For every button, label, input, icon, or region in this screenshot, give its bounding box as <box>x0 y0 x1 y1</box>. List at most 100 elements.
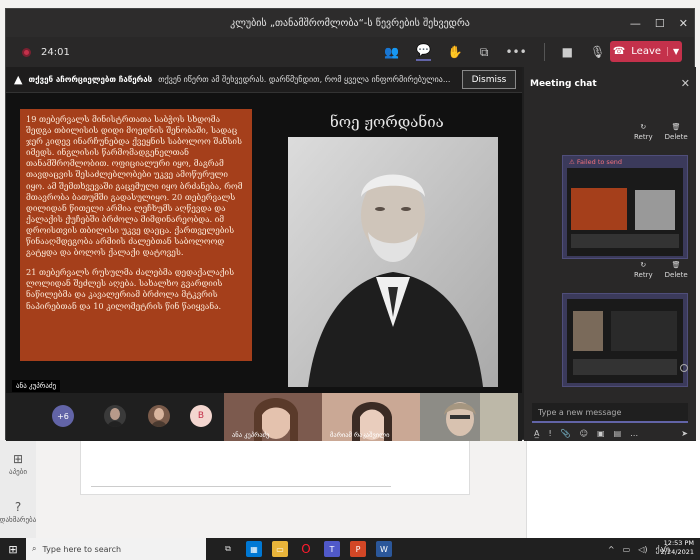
close-icon[interactable]: ✕ <box>679 17 688 30</box>
word-icon[interactable]: W <box>376 541 392 557</box>
help-rail-item[interactable]: ? დახმარება <box>0 488 36 536</box>
format-icon[interactable]: A̲ <box>534 429 539 438</box>
window-controls: — ☐ ✕ <box>630 9 688 37</box>
windows-start-icon[interactable]: ⊞ <box>0 538 26 560</box>
taskbar-search-placeholder: Type here to search <box>42 544 122 554</box>
teams-icon[interactable]: T <box>324 541 340 557</box>
background-right-pane <box>526 440 700 538</box>
leave-button[interactable]: ☎ Leave ▼ <box>610 41 682 62</box>
background-app-rail: ⊞ აპები ? დახმარება <box>0 440 36 538</box>
notification-text: თქვენ იწერთ ამ შეხვედრას. დარწმუნდით, რო… <box>158 75 451 84</box>
apps-icon: ⊞ <box>12 452 24 466</box>
retry-button[interactable]: ↻ Retry <box>634 123 653 141</box>
apps-rail-item[interactable]: ⊞ აპები <box>0 440 36 488</box>
compose-toolbar: A̲ ! 📎 ☺ ▣ ▤ … ➤ <box>534 429 688 438</box>
clock-time: 12:53 PM <box>663 539 694 547</box>
meeting-window: კლუბის „თანამშრომლობა“-ს წევრების შეხვედ… <box>5 8 696 441</box>
video-tile[interactable] <box>420 393 518 441</box>
opera-icon[interactable]: O <box>298 541 314 557</box>
meeting-chat-panel: Meeting chat ✕ ↻ Retry 🗑 Delete ⚠ Failed t… <box>524 67 696 441</box>
avatar[interactable] <box>104 405 126 427</box>
shared-content-stage: 19 თებერვალს მინისტრთათა საბჭოს სხდომა შ… <box>6 93 522 393</box>
important-icon[interactable]: ! <box>548 429 551 438</box>
window-title: კლუბის „თანამშრომლობა“-ს წევრების შეხვედ… <box>230 17 470 29</box>
sticker-icon[interactable]: ▤ <box>614 429 622 438</box>
help-icon: ? <box>14 500 22 514</box>
meeting-toolbar: 24:01 👥 💬 ✋ ⧉ ••• ■ 🎙 ⇪ ☎ Leave ▼ <box>6 37 694 67</box>
tray-chevron-icon[interactable]: ^ <box>608 545 615 554</box>
tile-name: მარიამ რაკაშვილი <box>330 431 390 439</box>
avatar-initial[interactable]: B <box>190 405 212 427</box>
chevron-down-icon[interactable]: ▼ <box>667 47 679 56</box>
rooms-icon[interactable]: ⧉ <box>480 45 489 60</box>
retry-icon: ↻ <box>640 261 647 269</box>
store-icon[interactable]: ▦ <box>246 541 262 557</box>
scroll-indicator[interactable] <box>680 364 688 372</box>
background-document <box>80 440 470 495</box>
avatar[interactable] <box>148 405 170 427</box>
taskbar-search[interactable]: ⌕ Type here to search <box>26 538 206 560</box>
recording-icon <box>22 47 31 57</box>
recording-notification: ▲ თქვენ აჩორციელებთ ჩაწერას თქვენ იწერთ … <box>6 67 522 93</box>
more-options-icon[interactable]: … <box>630 429 638 438</box>
explorer-icon[interactable]: ▭ <box>272 541 288 557</box>
emoji-icon[interactable]: ☺ <box>580 429 588 438</box>
dismiss-button[interactable]: Dismiss <box>462 70 516 89</box>
taskbar-apps: ⧉ ▦ ▭ O T P W <box>220 541 392 557</box>
more-icon[interactable]: ••• <box>505 45 526 59</box>
clock-date: 2/24/2021 <box>660 548 694 556</box>
notification-title: თქვენ აჩორციელებთ ჩაწერას <box>28 75 153 84</box>
warning-icon: ▲ <box>14 73 23 86</box>
video-tile[interactable]: მარიამ რაკაშვილი <box>322 393 420 441</box>
portrait-photo <box>288 137 498 387</box>
slide-paragraph: 19 თებერვალს მინისტრთათა საბჭოს სხდომა შ… <box>26 114 243 258</box>
message-actions: ↻ Retry 🗑 Delete <box>634 261 688 279</box>
message-actions: ↻ Retry 🗑 Delete <box>634 123 688 141</box>
apps-label: აპები <box>9 468 27 476</box>
more-participants-badge[interactable]: +6 <box>52 405 74 427</box>
chat-title: Meeting chat <box>530 79 597 89</box>
retry-button[interactable]: ↻ Retry <box>634 261 653 279</box>
chat-message-failed[interactable]: ⚠ Failed to send <box>562 155 688 259</box>
raise-hand-icon[interactable]: ✋ <box>448 45 463 59</box>
gif-icon[interactable]: ▣ <box>597 429 605 438</box>
volume-icon[interactable]: ◁) <box>638 545 647 554</box>
chat-header: Meeting chat ✕ <box>524 67 696 101</box>
leave-label: Leave <box>631 46 662 57</box>
delete-button[interactable]: 🗑 Delete <box>665 261 688 279</box>
camera-icon[interactable]: ■ <box>562 45 573 59</box>
chat-message-image[interactable] <box>562 293 688 387</box>
toolbar-icons: 👥 💬 ✋ ⧉ ••• ■ 🎙 ⇪ <box>384 37 632 67</box>
meeting-timer: 24:01 <box>41 46 70 58</box>
trash-icon: 🗑 <box>671 123 681 131</box>
participants-icon[interactable]: 👥 <box>384 45 399 59</box>
close-chat-icon[interactable]: ✕ <box>681 77 690 90</box>
delete-button[interactable]: 🗑 Delete <box>665 123 688 141</box>
powerpoint-icon[interactable]: P <box>350 541 366 557</box>
phone-icon: ☎ <box>612 46 626 57</box>
mic-icon[interactable]: 🎙 <box>590 45 605 59</box>
task-view-icon[interactable]: ⧉ <box>220 541 236 557</box>
taskbar-clock[interactable]: 12:53 PM 2/24/2021 <box>661 539 694 557</box>
chat-icon[interactable]: 💬 <box>415 43 431 61</box>
tile-name: ანა კუპრაძე <box>232 431 270 439</box>
search-icon: ⌕ <box>32 544 37 553</box>
minimize-icon[interactable]: — <box>630 17 641 30</box>
slide-title: ნოე ჟორდანია <box>330 113 444 131</box>
attach-icon[interactable]: 📎 <box>561 429 571 438</box>
presenter-name-tag: ანა კუპრაძე <box>12 380 61 392</box>
send-icon[interactable]: ➤ <box>681 429 688 438</box>
network-icon[interactable]: ▭ <box>623 545 631 554</box>
trash-icon: 🗑 <box>671 261 681 269</box>
video-tile[interactable]: ანა კუპრაძე <box>224 393 322 441</box>
taskbar: ⊞ ⌕ Type here to search ⧉ ▦ ▭ O T P W ^ … <box>0 538 700 560</box>
help-label: დახმარება <box>0 516 37 524</box>
slide-paragraph: 21 თებერვალს რუსულმა ძალებმა დედაქალაქის… <box>26 267 235 311</box>
title-bar: კლუბის „თანამშრომლობა“-ს წევრების შეხვედ… <box>6 9 694 37</box>
retry-icon: ↻ <box>640 123 647 131</box>
slide-text-panel: 19 თებერვალს მინისტრთათა საბჭოს სხდომა შ… <box>20 109 252 361</box>
message-input[interactable]: Type a new message <box>532 403 688 423</box>
participant-gallery: +6 B ანა კუპრაძე მარიამ რაკაშვილი <box>6 393 522 441</box>
presentation-slide: 19 თებერვალს მინისტრთათა საბჭოს სხდომა შ… <box>12 97 516 390</box>
maximize-icon[interactable]: ☐ <box>655 17 665 30</box>
